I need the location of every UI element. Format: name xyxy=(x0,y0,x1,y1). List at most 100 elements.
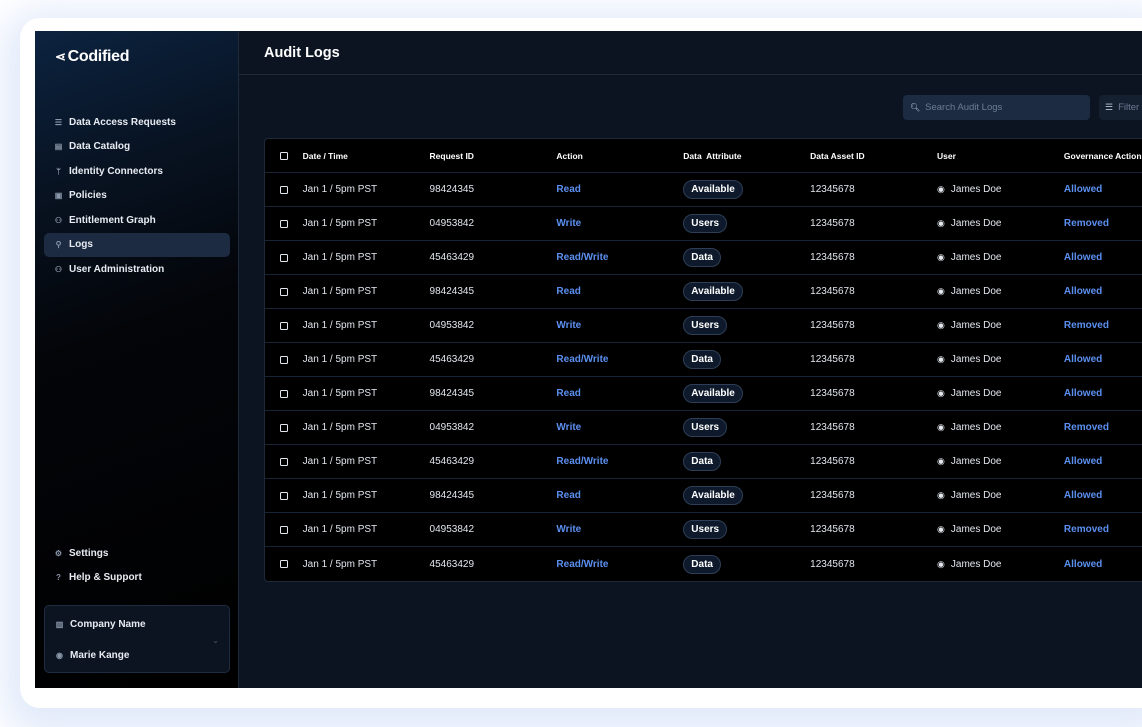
data-attribute-badge: Data xyxy=(683,248,721,267)
data-attribute-badge: Data xyxy=(683,452,721,471)
column-header-user[interactable]: User xyxy=(937,151,1064,161)
user-circle-icon: ◉ xyxy=(937,286,945,296)
cell-request-id: 04953842 xyxy=(429,422,475,433)
table-row[interactable]: Jan 1 / 5pm PST 04953842 Write Users 123… xyxy=(265,411,1142,445)
table-row[interactable]: Jan 1 / 5pm PST 45463429 Read/Write Data… xyxy=(265,241,1142,275)
sidebar-item-data-access-requests[interactable]: ☰ Data Access Requests xyxy=(44,110,230,135)
row-checkbox[interactable] xyxy=(279,355,288,364)
chevron-down-icon[interactable]: ⌄ xyxy=(212,636,219,645)
cell-request-id: 98424345 xyxy=(429,286,475,297)
column-header-governance-action[interactable]: Governance Action xyxy=(1064,151,1142,161)
governance-action-link[interactable]: Removed xyxy=(1064,320,1109,331)
governance-action-link[interactable]: Removed xyxy=(1064,524,1109,535)
governance-action-link[interactable]: Allowed xyxy=(1064,252,1102,263)
table-row[interactable]: Jan 1 / 5pm PST 04953842 Write Users 123… xyxy=(265,513,1142,547)
help-circle-icon: ? xyxy=(56,573,61,583)
action-link[interactable]: Write xyxy=(556,218,581,229)
sidebar-item-label: User Administration xyxy=(69,263,165,275)
governance-action-link[interactable]: Removed xyxy=(1064,422,1109,433)
table-row[interactable]: Jan 1 / 5pm PST 98424345 Read Available … xyxy=(265,173,1142,207)
cell-date: Jan 1 / 5pm PST xyxy=(302,286,378,297)
action-link[interactable]: Read/Write xyxy=(556,252,608,263)
cell-user: James Doe xyxy=(950,490,1002,501)
action-link[interactable]: Read xyxy=(556,184,580,195)
cell-user: James Doe xyxy=(950,286,1002,297)
row-checkbox[interactable] xyxy=(279,525,288,534)
column-header-data-asset-id[interactable]: Data Asset ID xyxy=(810,151,937,161)
sidebar-item-label: Settings xyxy=(69,547,109,559)
sidebar-item-user-administration[interactable]: ⚇ User Administration xyxy=(44,257,230,282)
filter-button[interactable]: ☰ Filter xyxy=(1099,95,1142,120)
sidebar-item-entitlement-graph[interactable]: ⚇ Entitlement Graph xyxy=(44,208,230,233)
row-checkbox[interactable] xyxy=(279,457,288,466)
column-header-request-id[interactable]: Request ID xyxy=(430,151,557,161)
cell-data-asset-id: 12345678 xyxy=(810,524,855,535)
row-checkbox[interactable] xyxy=(279,423,288,432)
row-checkbox[interactable] xyxy=(279,253,288,262)
sidebar-item-logs[interactable]: ⚲ Logs xyxy=(44,232,230,257)
action-link[interactable]: Read/Write xyxy=(556,559,608,570)
sliders-icon: ☰ xyxy=(1105,102,1114,112)
sidebar-item-identity-connectors[interactable]: ᛘ Identity Connectors xyxy=(44,159,230,184)
table-row[interactable]: Jan 1 / 5pm PST 04953842 Write Users 123… xyxy=(265,309,1142,343)
table-row[interactable]: Jan 1 / 5pm PST 98424345 Read Available … xyxy=(265,377,1142,411)
sidebar-item-data-catalog[interactable]: ▤ Data Catalog xyxy=(44,135,230,160)
action-link[interactable]: Write xyxy=(556,320,581,331)
cell-date: Jan 1 / 5pm PST xyxy=(302,490,378,501)
governance-action-link[interactable]: Allowed xyxy=(1064,286,1102,297)
action-link[interactable]: Read/Write xyxy=(556,456,608,467)
sidebar-item-help-support[interactable]: ? Help & Support xyxy=(44,566,230,591)
users-icon: ⚇ xyxy=(54,264,63,274)
table-row[interactable]: Jan 1 / 5pm PST 04953842 Write Users 123… xyxy=(265,207,1142,241)
account-switcher[interactable]: ▥ Company Name ◉ Marie Kange ⌄ xyxy=(44,605,230,673)
row-checkbox[interactable] xyxy=(279,219,288,228)
table-row[interactable]: Jan 1 / 5pm PST 45463429 Read/Write Data… xyxy=(265,445,1142,479)
search-input[interactable] xyxy=(925,102,1086,113)
action-link[interactable]: Read xyxy=(556,490,580,501)
action-link[interactable]: Read xyxy=(556,388,580,399)
table-row[interactable]: Jan 1 / 5pm PST 45463429 Read/Write Data… xyxy=(265,547,1142,581)
table-row[interactable]: Jan 1 / 5pm PST 45463429 Read/Write Data… xyxy=(265,343,1142,377)
governance-action-link[interactable]: Allowed xyxy=(1064,184,1102,195)
logo[interactable]: ⋖ Codified xyxy=(55,48,129,66)
row-checkbox[interactable] xyxy=(279,560,288,568)
app-window: ⋖ Codified ☰ Data Access Requests ▤ Data Ca… xyxy=(35,31,1142,688)
action-link[interactable]: Write xyxy=(556,524,581,535)
governance-action-link[interactable]: Allowed xyxy=(1064,456,1102,467)
governance-action-link[interactable]: Removed xyxy=(1064,218,1109,229)
row-checkbox[interactable] xyxy=(279,389,288,398)
action-link[interactable]: Write xyxy=(556,422,581,433)
data-attribute-badge: Data xyxy=(683,350,721,369)
governance-action-link[interactable]: Allowed xyxy=(1064,388,1102,399)
sidebar-item-policies[interactable]: ▣ Policies xyxy=(44,184,230,209)
row-checkbox[interactable] xyxy=(279,185,288,194)
cell-data-asset-id: 12345678 xyxy=(810,388,855,399)
table-row[interactable]: Jan 1 / 5pm PST 98424345 Read Available … xyxy=(265,479,1142,513)
column-header-date[interactable]: Date / Time xyxy=(303,151,430,161)
filter-label: Filter xyxy=(1118,102,1140,113)
cell-data-asset-id: 12345678 xyxy=(810,320,855,331)
row-checkbox[interactable] xyxy=(279,321,288,330)
action-link[interactable]: Read xyxy=(556,286,580,297)
row-checkbox[interactable] xyxy=(279,491,288,500)
user-circle-icon: ◉ xyxy=(937,354,945,364)
user-circle-icon: ◉ xyxy=(56,651,63,660)
column-header-action[interactable]: Action xyxy=(556,151,683,161)
governance-action-link[interactable]: Allowed xyxy=(1064,559,1102,570)
select-all-checkbox[interactable] xyxy=(279,151,288,160)
cell-date: Jan 1 / 5pm PST xyxy=(302,422,378,433)
search-box[interactable]: 🔍︎ xyxy=(903,95,1090,120)
action-link[interactable]: Read/Write xyxy=(556,354,608,365)
governance-action-link[interactable]: Allowed xyxy=(1064,354,1102,365)
cell-data-asset-id: 12345678 xyxy=(810,354,855,365)
row-checkbox[interactable] xyxy=(279,287,288,296)
cell-date: Jan 1 / 5pm PST xyxy=(302,388,378,399)
column-header-data-attribute[interactable]: Data Attribute xyxy=(683,151,810,161)
governance-action-link[interactable]: Allowed xyxy=(1064,490,1102,501)
user-circle-icon: ◉ xyxy=(937,558,945,569)
user-name: Marie Kange xyxy=(70,650,130,661)
sidebar-item-label: Entitlement Graph xyxy=(69,214,156,226)
cell-request-id: 98424345 xyxy=(429,490,475,501)
sidebar-item-settings[interactable]: ⚙ Settings xyxy=(44,541,230,566)
table-row[interactable]: Jan 1 / 5pm PST 98424345 Read Available … xyxy=(265,275,1142,309)
